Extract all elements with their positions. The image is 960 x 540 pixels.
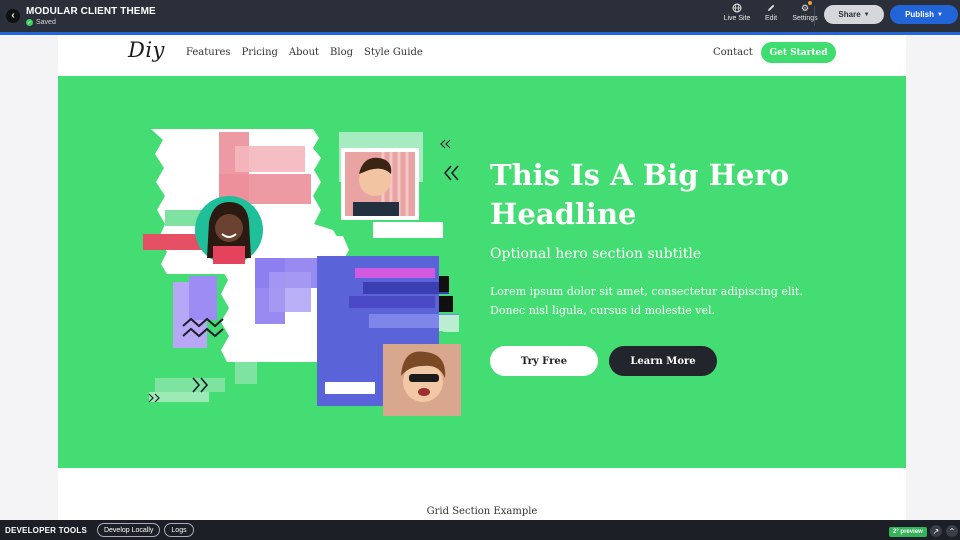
sunglasses — [409, 374, 439, 382]
publish-button[interactable]: Publish ▼ — [890, 5, 958, 24]
black-bar — [439, 296, 453, 312]
indigo-bar — [349, 296, 435, 308]
chevron-left-icon: ‹ — [11, 10, 15, 21]
site-logo[interactable]: Diy — [128, 38, 165, 62]
edit-button[interactable]: Edit — [754, 3, 788, 22]
preview-badge: 2° preview — [889, 527, 927, 537]
red-strip — [143, 234, 203, 250]
gear-icon: ⚙ — [800, 1, 812, 13]
editor-title-group: MODULAR CLIENT THEME ✓ Saved — [26, 6, 156, 26]
globe-icon — [732, 3, 742, 13]
site-header: Diy Features Pricing About Blog Style Gu… — [58, 35, 906, 76]
caret-down-icon: ▼ — [863, 11, 870, 18]
portrait-shirt — [353, 202, 399, 216]
toolbar-divider — [814, 6, 815, 26]
double-chevron-left — [440, 139, 451, 149]
share-button[interactable]: Share ▼ — [824, 5, 884, 24]
nav-link-contact[interactable]: Contact — [713, 47, 753, 58]
nav-link-features[interactable]: Features — [186, 47, 231, 58]
publish-label: Publish — [905, 10, 934, 19]
mint-strip — [155, 378, 225, 392]
grid-section-heading: Grid Section Example — [426, 506, 538, 517]
nav-link-about[interactable]: About — [289, 47, 319, 58]
try-free-button[interactable]: Try Free — [490, 346, 598, 376]
settings-button[interactable]: ⚙ Settings — [788, 1, 822, 22]
share-label: Share — [838, 10, 861, 19]
double-chevron-left — [443, 165, 459, 181]
portrait-shirt — [213, 246, 245, 264]
check-icon: ✓ — [26, 19, 33, 26]
developer-tools-title: DEVELOPER TOOLS — [5, 525, 87, 535]
logs-button[interactable]: Logs — [164, 523, 194, 537]
black-bar — [439, 276, 449, 292]
save-status: ✓ Saved — [26, 19, 156, 26]
nav-link-blog[interactable]: Blog — [330, 47, 353, 58]
hero-section: This Is A Big Hero Headline Optional her… — [58, 76, 906, 468]
pink-shape — [235, 146, 305, 172]
hero-subtitle: Optional hero section subtitle — [490, 246, 702, 262]
hero-headline: This Is A Big Hero Headline — [490, 158, 790, 231]
white-bar — [325, 382, 375, 394]
editor-actions: Live Site Edit ⚙ Settings — [720, 1, 822, 22]
live-site-button[interactable]: Live Site — [720, 3, 754, 22]
mint-strip — [235, 362, 257, 384]
save-status-label: Saved — [36, 19, 56, 26]
portrait-mouth — [418, 388, 430, 396]
get-started-button[interactable]: Get Started — [761, 42, 836, 63]
edit-label: Edit — [764, 15, 778, 22]
theme-title: MODULAR CLIENT THEME — [26, 6, 156, 17]
lavender-shape — [189, 276, 217, 320]
indigo-bar — [363, 282, 449, 294]
purple-shape — [269, 272, 311, 312]
collapse-up-icon[interactable]: ⌃ — [946, 525, 958, 537]
white-bar — [373, 222, 443, 238]
nav-link-pricing[interactable]: Pricing — [242, 47, 278, 58]
site-preview-canvas: Diy Features Pricing About Blog Style Gu… — [58, 35, 906, 520]
pencil-icon — [768, 4, 775, 11]
caret-down-icon: ▼ — [936, 11, 943, 18]
editor-topbar: ‹ MODULAR CLIENT THEME ✓ Saved Live Site… — [0, 0, 960, 32]
back-button[interactable]: ‹ — [6, 9, 20, 23]
site-nav: Features Pricing About Blog Style Guide — [186, 47, 434, 58]
learn-more-button[interactable]: Learn More — [609, 346, 717, 376]
develop-locally-button[interactable]: Develop Locally — [96, 523, 161, 537]
notification-dot — [808, 1, 812, 5]
developer-tools-bar: DEVELOPER TOOLS Develop Locally Logs — [0, 520, 960, 540]
nav-link-style-guide[interactable]: Style Guide — [364, 47, 423, 58]
external-link-icon[interactable]: ↗ — [930, 525, 942, 537]
hero-collage-illustration — [143, 129, 461, 416]
live-site-label: Live Site — [723, 15, 751, 22]
hero-body-text: Lorem ipsum dolor sit amet, consectetur … — [490, 285, 803, 317]
magenta-bar — [355, 268, 435, 278]
mint-strip — [443, 316, 459, 332]
